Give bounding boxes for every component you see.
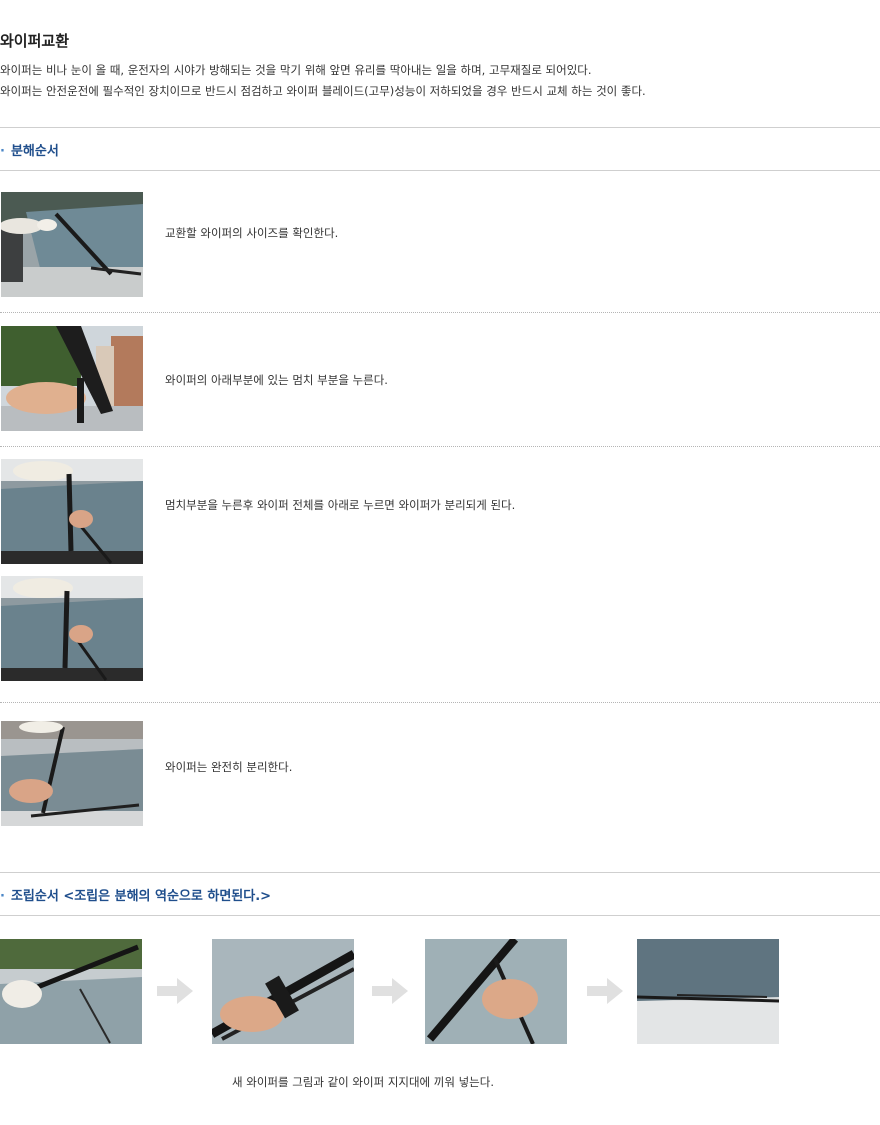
step-4-photo (1, 721, 143, 826)
dotted-divider (0, 446, 880, 447)
assembly-photo-4 (637, 939, 779, 1044)
step-3-photo-a (1, 459, 143, 564)
assembly-caption: 새 와이퍼를 그림과 같이 와이퍼 지지대에 끼워 넣는다. (232, 1075, 495, 1089)
arrow-right-icon (587, 978, 623, 1004)
divider (0, 915, 880, 916)
step-1-caption: 교환할 와이퍼의 사이즈를 확인한다. (165, 226, 339, 240)
page-title: 와이퍼교환 (0, 32, 70, 50)
disassembly-heading: · 분해순서 (0, 144, 59, 159)
arrow-right-icon (372, 978, 408, 1004)
step-3-caption: 멈치부분을 누른후 와이퍼 전체를 아래로 누르면 와이퍼가 분리되게 된다. (165, 498, 516, 512)
dotted-divider (0, 312, 880, 313)
assembly-photo-2 (212, 939, 354, 1044)
bullet-icon: · (0, 889, 5, 904)
divider (0, 127, 880, 128)
intro-line-2: 와이퍼는 안전운전에 필수적인 장치이므로 반드시 점검하고 와이퍼 블레이드(… (0, 84, 646, 98)
dotted-divider (0, 702, 880, 703)
divider (0, 872, 880, 873)
step-3-photo-b (1, 576, 143, 681)
bullet-icon: · (0, 144, 5, 159)
assembly-photo-3 (425, 939, 567, 1044)
assembly-heading: · 조립순서 <조립은 분해의 역순으로 하면된다.> (0, 889, 272, 904)
step-2-photo (1, 326, 143, 431)
arrow-right-icon (157, 978, 193, 1004)
step-2-caption: 와이퍼의 아래부분에 있는 멈치 부분을 누른다. (165, 373, 388, 387)
step-4-caption: 와이퍼는 완전히 분리한다. (165, 760, 293, 774)
intro-line-1: 와이퍼는 비나 눈이 올 때, 운전자의 시야가 방해되는 것을 막기 위해 앞… (0, 63, 592, 77)
divider (0, 170, 880, 171)
assembly-photo-1 (0, 939, 142, 1044)
step-1-photo (1, 192, 143, 297)
intro-text: 와이퍼는 비나 눈이 올 때, 운전자의 시야가 방해되는 것을 막기 위해 앞… (0, 60, 646, 102)
